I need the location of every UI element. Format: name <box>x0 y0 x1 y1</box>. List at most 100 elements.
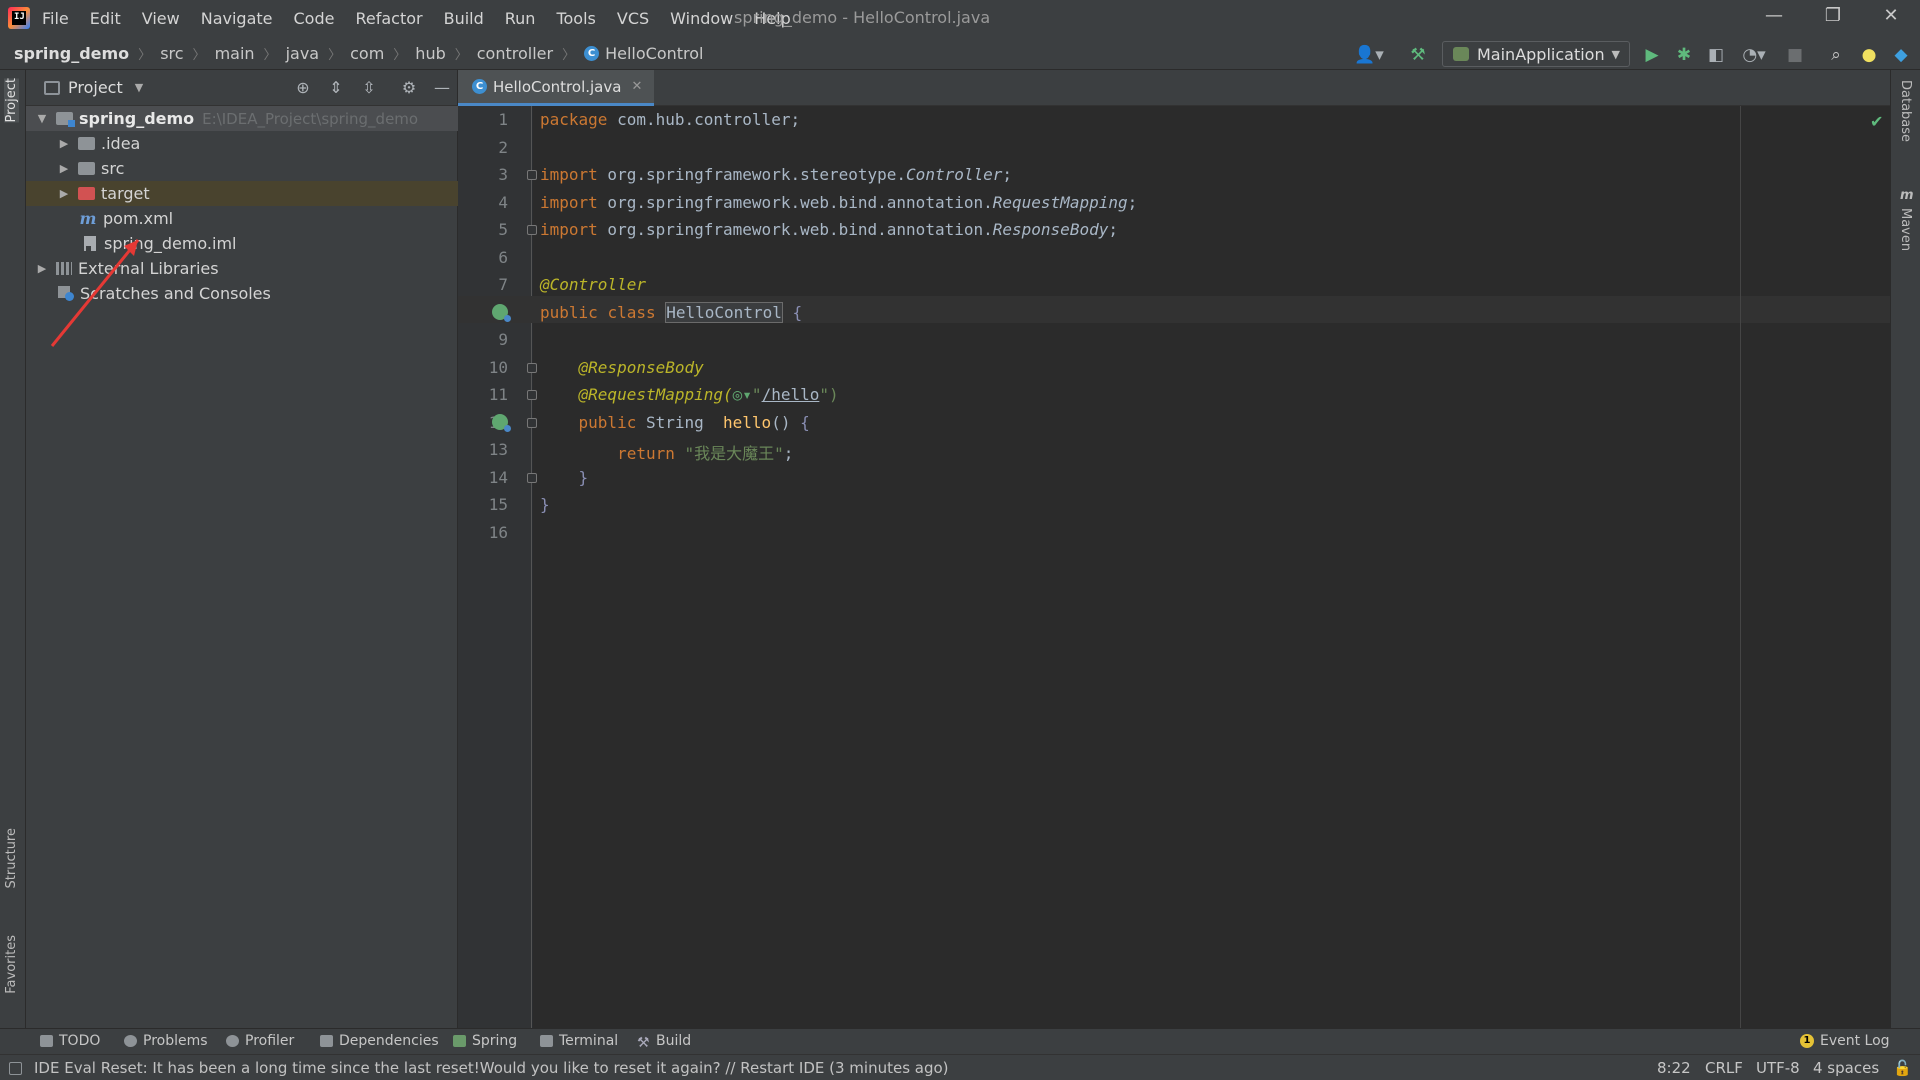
line-separator[interactable]: CRLF <box>1705 1059 1743 1077</box>
close-tab-icon[interactable]: ✕ <box>631 79 642 94</box>
code-line: public class HelloControl { <box>540 302 803 323</box>
tab-todo[interactable]: TODO <box>40 1033 100 1049</box>
tab-structure[interactable]: Structure <box>4 828 19 888</box>
status-message[interactable]: IDE Eval Reset: It has been a long time … <box>34 1059 949 1077</box>
breadcrumb-project[interactable]: spring_demo <box>14 44 129 63</box>
tree-item-root[interactable]: ▼ spring_demo E:\IDEA_Project\spring_dem… <box>26 106 458 131</box>
fold-marker-icon[interactable] <box>527 170 537 180</box>
lock-icon[interactable]: 🔓 <box>1893 1059 1912 1077</box>
close-button[interactable]: ✕ <box>1876 5 1906 31</box>
editor-tab-hellocontrol[interactable]: C HelloControl.java ✕ <box>458 70 655 106</box>
menu-refactor[interactable]: Refactor <box>355 9 422 28</box>
breadcrumb-java[interactable]: java <box>286 44 320 63</box>
menu-file[interactable]: File <box>42 9 69 28</box>
breadcrumb-com[interactable]: com <box>350 44 384 63</box>
tab-terminal[interactable]: Terminal <box>540 1033 618 1049</box>
menu-view[interactable]: View <box>142 9 180 28</box>
update-icon[interactable]: ● <box>1858 44 1880 66</box>
tab-maven[interactable]: Maven <box>1898 208 1913 251</box>
minimize-button[interactable]: — <box>1759 5 1789 31</box>
tab-profiler[interactable]: Profiler <box>226 1033 294 1049</box>
caret-position[interactable]: 8:22 <box>1657 1059 1691 1077</box>
tab-dependencies[interactable]: Dependencies <box>320 1033 439 1049</box>
tab-problems[interactable]: Problems <box>124 1033 208 1049</box>
menu-tools[interactable]: Tools <box>556 9 595 28</box>
chevron-down-icon[interactable]: ▼ <box>135 81 143 94</box>
code-editor[interactable] <box>533 106 1890 1028</box>
collapse-all-icon[interactable]: ⇳ <box>358 78 380 98</box>
line-number: 16 <box>488 523 508 542</box>
menu-vcs[interactable]: VCS <box>617 9 649 28</box>
run-configuration-select[interactable]: MainApplication ▼ <box>1442 41 1630 67</box>
tab-favorites[interactable]: Favorites <box>4 935 19 994</box>
coverage-icon[interactable]: ◧ <box>1705 44 1727 66</box>
code-line: } <box>578 468 589 487</box>
tree-item-target[interactable]: ▶ target <box>26 181 458 206</box>
gear-icon[interactable]: ⚙ <box>398 78 420 98</box>
tab-spring[interactable]: Spring <box>453 1033 517 1049</box>
menu-window[interactable]: Window <box>670 9 733 28</box>
tree-item-src[interactable]: ▶ src <box>26 156 458 181</box>
right-tool-strip: Database m Maven <box>1890 70 1920 1028</box>
search-icon[interactable]: ⌕ <box>1825 44 1847 66</box>
line-number: 4 <box>498 193 508 212</box>
no-problems-check-icon[interactable]: ✔ <box>1870 112 1883 131</box>
java-class-icon: C <box>472 79 487 94</box>
tab-project[interactable]: Project <box>4 78 19 123</box>
event-log-button[interactable]: 1 Event Log <box>1800 1033 1890 1049</box>
expanded-arrow-icon[interactable]: ▼ <box>34 112 50 125</box>
tab-build[interactable]: ⚒ Build <box>637 1033 691 1051</box>
menu-build[interactable]: Build <box>444 9 484 28</box>
folder-icon <box>78 137 95 150</box>
collapsed-arrow-icon[interactable]: ▶ <box>56 187 72 200</box>
expand-all-icon[interactable]: ⇕ <box>325 78 347 98</box>
project-panel-header: Project ▼ <box>26 70 458 106</box>
menu-run[interactable]: Run <box>505 9 536 28</box>
event-count-badge: 1 <box>1800 1034 1814 1048</box>
breadcrumb-src[interactable]: src <box>160 44 183 63</box>
debug-icon[interactable]: ✱ <box>1673 44 1695 66</box>
locate-icon[interactable]: ⊕ <box>292 78 314 98</box>
hammer-icon: ⚒ <box>637 1035 650 1051</box>
breadcrumb-controller[interactable]: controller <box>477 44 553 63</box>
indent-setting[interactable]: 4 spaces <box>1813 1059 1879 1077</box>
fold-marker-icon[interactable] <box>527 418 537 428</box>
menu-code[interactable]: Code <box>294 9 335 28</box>
fold-marker-icon[interactable] <box>527 363 537 373</box>
hammer-icon[interactable]: ⚒ <box>1405 44 1431 66</box>
spring-mapping-icon[interactable] <box>492 414 511 432</box>
line-number: 6 <box>498 248 508 267</box>
tree-item-label: src <box>101 159 125 178</box>
line-number: 5 <box>498 220 508 239</box>
project-panel-title[interactable]: Project <box>68 78 123 97</box>
spring-bean-icon[interactable] <box>492 304 511 322</box>
run-icon[interactable]: ▶ <box>1641 44 1663 66</box>
line-number: 1 <box>498 110 508 129</box>
toolbox-icon[interactable]: ◆ <box>1890 44 1912 66</box>
fold-marker-icon[interactable] <box>527 225 537 235</box>
file-encoding[interactable]: UTF-8 <box>1756 1059 1800 1077</box>
collapsed-arrow-icon[interactable]: ▶ <box>56 162 72 175</box>
intellij-logo-icon: IJ <box>8 7 30 29</box>
code-line: package com.hub.controller; <box>540 110 801 129</box>
menu-navigate[interactable]: Navigate <box>201 9 273 28</box>
profile-icon[interactable]: ◔▾ <box>1737 44 1771 66</box>
stop-icon[interactable]: ■ <box>1784 44 1806 66</box>
hide-panel-icon[interactable]: — <box>431 78 453 98</box>
line-number: 3 <box>498 165 508 184</box>
menu-edit[interactable]: Edit <box>90 9 121 28</box>
tree-item-idea[interactable]: ▶ .idea <box>26 131 458 156</box>
breadcrumb-class[interactable]: HelloControl <box>605 44 703 63</box>
line-number: 14 <box>488 468 508 487</box>
user-icon[interactable]: 👤▾ <box>1352 44 1386 66</box>
editor-gutter[interactable] <box>458 106 532 1028</box>
breadcrumb-hub[interactable]: hub <box>415 44 445 63</box>
fold-marker-icon[interactable] <box>527 390 537 400</box>
breadcrumb-separator: 〉 <box>192 47 206 63</box>
breadcrumb-main[interactable]: main <box>215 44 255 63</box>
restore-button[interactable]: ❐ <box>1818 5 1848 31</box>
collapsed-arrow-icon[interactable]: ▶ <box>56 137 72 150</box>
tab-database[interactable]: Database <box>1898 80 1913 142</box>
status-toggle-icon[interactable] <box>9 1062 22 1075</box>
fold-marker-icon[interactable] <box>527 473 537 483</box>
